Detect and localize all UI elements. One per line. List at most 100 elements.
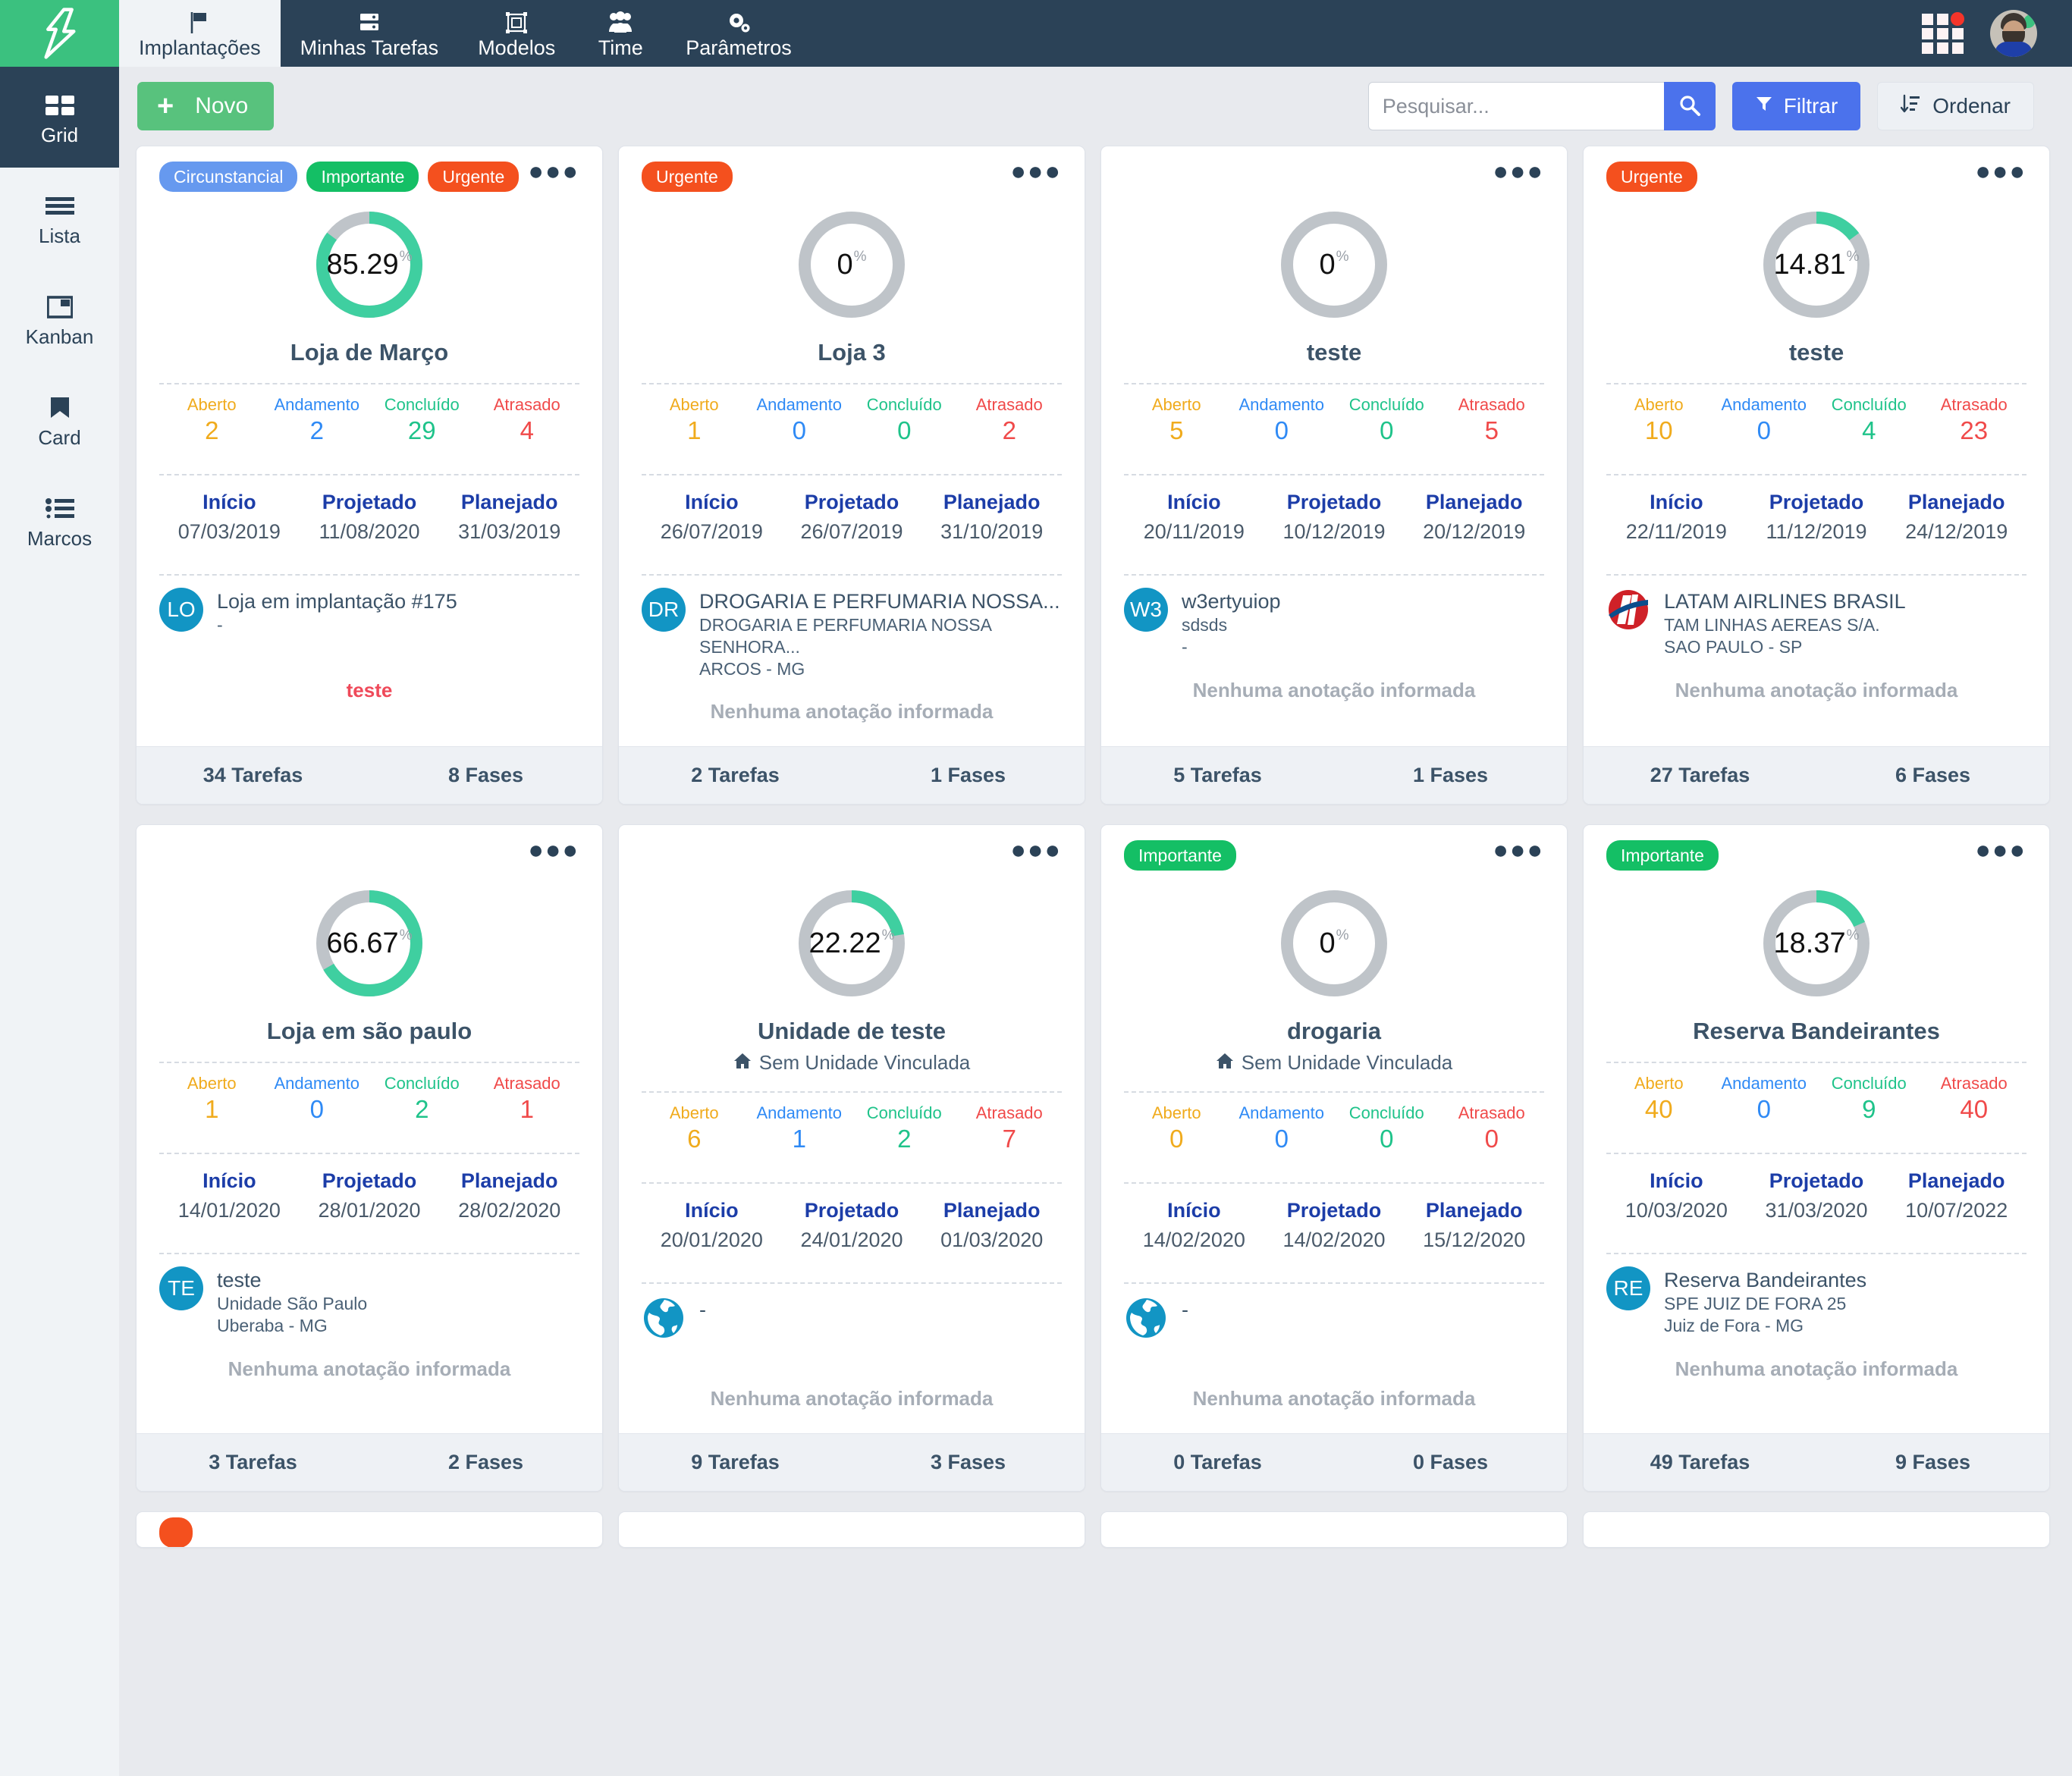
avatar: TE (159, 1266, 203, 1310)
stat-andamento: Andamento 0 (747, 395, 852, 447)
footer-tasks: 34 Tarefas (202, 764, 303, 786)
user-avatar[interactable] (1990, 10, 2037, 57)
nav-item-modelos[interactable]: Modelos (458, 0, 575, 67)
priority-tag[interactable] (159, 1517, 193, 1547)
date-inicio: Início 20/01/2020 (642, 1196, 782, 1255)
card-menu-icon[interactable]: ●●● (1975, 837, 2026, 863)
sidebar-item-label: Grid (40, 123, 79, 146)
card-menu-icon[interactable]: ●●● (1493, 158, 1544, 184)
card-menu-icon[interactable]: ●●● (1010, 158, 1062, 184)
date-projetado: Projetado 26/07/2019 (782, 488, 922, 547)
stat-atrasado: Atrasado 1 (475, 1074, 580, 1125)
owner-company: Unidade São Paulo (217, 1294, 368, 1313)
card-header: Urgente ●●● (1606, 158, 2026, 196)
implantation-card[interactable]: Urgente ●●● 14.81% teste Aberto 10 Andam… (1583, 146, 2050, 805)
date-value: 07/03/2019 (177, 520, 281, 543)
owner-row: RE Reserva Bandeirantes SPE JUIZ DE FORA… (1606, 1254, 2026, 1338)
card-subtitle-text: Sem Unidade Vinculada (758, 1051, 971, 1074)
globe-icon (642, 1296, 686, 1340)
card-menu-icon[interactable]: ●●● (1975, 158, 2026, 184)
card-menu-icon[interactable]: ●●● (528, 837, 579, 863)
implantation-card[interactable]: Urgente ●●● 0% Loja 3 Aberto 1 Andamento… (618, 146, 1085, 805)
sidebar-item-kanban[interactable]: Kanban (0, 268, 119, 369)
implantation-card[interactable]: ●●● 22.22% Unidade de teste Sem Unidade … (618, 824, 1085, 1492)
date-label: Projetado (322, 491, 417, 513)
sidebar-item-lista[interactable]: Lista (0, 168, 119, 268)
stat-aberto: Aberto 6 (642, 1103, 747, 1155)
status-stats: Aberto 0 Andamento 0 Concluído 0 Atrasad… (1124, 1093, 1544, 1166)
stat-concluido: Concluído 2 (852, 1103, 957, 1155)
card-header: Circunstancial Importante Urgente ●●● (159, 158, 579, 196)
implantation-card-partial[interactable] (618, 1511, 1085, 1548)
date-label: Projetado (1286, 1199, 1382, 1222)
implantation-card[interactable]: Importante ●●● 18.37% Reserva Bandeirant… (1583, 824, 2050, 1492)
card-menu-icon[interactable]: ●●● (528, 158, 579, 184)
owner-row: LO Loja em implantação #175 - (159, 576, 579, 659)
app-logo[interactable] (0, 0, 119, 67)
grid-apps-icon[interactable] (1922, 12, 1964, 55)
implantation-card-partial[interactable] (136, 1511, 603, 1548)
search-input[interactable] (1367, 82, 1664, 130)
implantation-card[interactable]: ●●● 66.67% Loja em são paulo Aberto 1 An… (136, 824, 603, 1492)
nav-item-time[interactable]: Time (575, 0, 666, 67)
sidebar-item-label: Kanban (25, 325, 94, 348)
card-title: Loja em são paulo (266, 1018, 472, 1044)
stat-value: 40 (1960, 1095, 1989, 1123)
sidebar-item-label: Marcos (27, 526, 93, 550)
implantation-card-partial[interactable] (1100, 1511, 1568, 1548)
stat-atrasado: Atrasado 2 (957, 395, 1063, 447)
nav-item-minhas-tarefas[interactable]: Minhas Tarefas (281, 0, 459, 67)
date-value: 14/01/2020 (177, 1199, 281, 1222)
owner-name: w3ertyuiop (1182, 590, 1281, 613)
owner-text: Reserva Bandeirantes SPE JUIZ DE FORA 25… (1664, 1266, 1866, 1338)
nav-item-implantacoes[interactable]: Implantações (119, 0, 281, 67)
priority-tag[interactable]: Circunstancial (159, 162, 298, 192)
card-note: Nenhuma anotação informada (1192, 679, 1476, 701)
new-button[interactable]: + Novo (137, 82, 275, 130)
implantation-card[interactable]: ●●● 0% teste Aberto 5 Andamento 0 Conclu… (1100, 146, 1568, 805)
priority-tag[interactable]: Importante (1606, 840, 1719, 871)
status-stats: Aberto 10 Andamento 0 Concluído 4 Atrasa… (1606, 384, 2026, 457)
nav-item-parametros[interactable]: Parâmetros (666, 0, 812, 67)
stat-value: 0 (1274, 1125, 1289, 1153)
sidebar-item-card[interactable]: Card (0, 369, 119, 470)
implantation-card[interactable]: Importante ●●● 0% drogaria Sem Unidade V… (1100, 824, 1568, 1492)
stat-value: 0 (1380, 416, 1394, 444)
stat-concluido: Concluído 0 (1334, 1103, 1439, 1155)
priority-tag[interactable]: Urgente (428, 162, 520, 192)
filter-button[interactable]: Filtrar (1731, 82, 1861, 130)
search-button[interactable] (1663, 82, 1716, 130)
date-inicio: Início 14/02/2020 (1124, 1196, 1264, 1255)
status-stats: Aberto 5 Andamento 0 Concluído 0 Atrasad… (1124, 384, 1544, 457)
date-label: Início (685, 1199, 739, 1222)
progress-wrap: 22.22% (642, 886, 1062, 1001)
footer-phases: 2 Fases (447, 1451, 524, 1473)
stat-aberto: Aberto 40 (1606, 1074, 1712, 1125)
tag-list: Importante (1606, 840, 1967, 871)
card-body: Importante ●●● 0% drogaria Sem Unidade V… (1101, 825, 1567, 1433)
implantation-card[interactable]: Circunstancial Importante Urgente ●●● 85.2… (136, 146, 603, 805)
priority-tag[interactable]: Importante (1124, 840, 1236, 871)
sidebar-item-marcos[interactable]: Marcos (0, 470, 119, 571)
date-planejado: Planejado 10/07/2022 (1886, 1166, 2026, 1225)
date-planejado: Planejado 20/12/2019 (1404, 488, 1544, 547)
sidebar-item-grid[interactable]: Grid (0, 67, 119, 168)
progress-value: 66.67% (326, 927, 413, 959)
date-label: Início (202, 491, 256, 513)
implantation-card-partial[interactable] (1583, 1511, 2050, 1548)
footer-phases: 0 Fases (1412, 1451, 1489, 1473)
sort-button[interactable]: Ordenar (1877, 82, 2034, 130)
card-menu-icon[interactable]: ●●● (1493, 837, 1544, 863)
footer-phases: 1 Fases (930, 764, 1006, 786)
date-label: Projetado (804, 491, 899, 513)
status-stats: Aberto 2 Andamento 2 Concluído 29 Atrasa… (159, 384, 579, 457)
date-label: Início (685, 491, 739, 513)
footer-phases: 3 Fases (930, 1451, 1006, 1473)
priority-tag[interactable]: Urgente (1606, 162, 1697, 192)
stat-value: 4 (520, 416, 534, 444)
priority-tag[interactable]: Importante (306, 162, 419, 192)
priority-tag[interactable]: Urgente (642, 162, 733, 192)
stat-label: Atrasado (493, 1074, 560, 1093)
stat-label: Aberto (1634, 1074, 1684, 1093)
card-menu-icon[interactable]: ●●● (1010, 837, 1062, 863)
